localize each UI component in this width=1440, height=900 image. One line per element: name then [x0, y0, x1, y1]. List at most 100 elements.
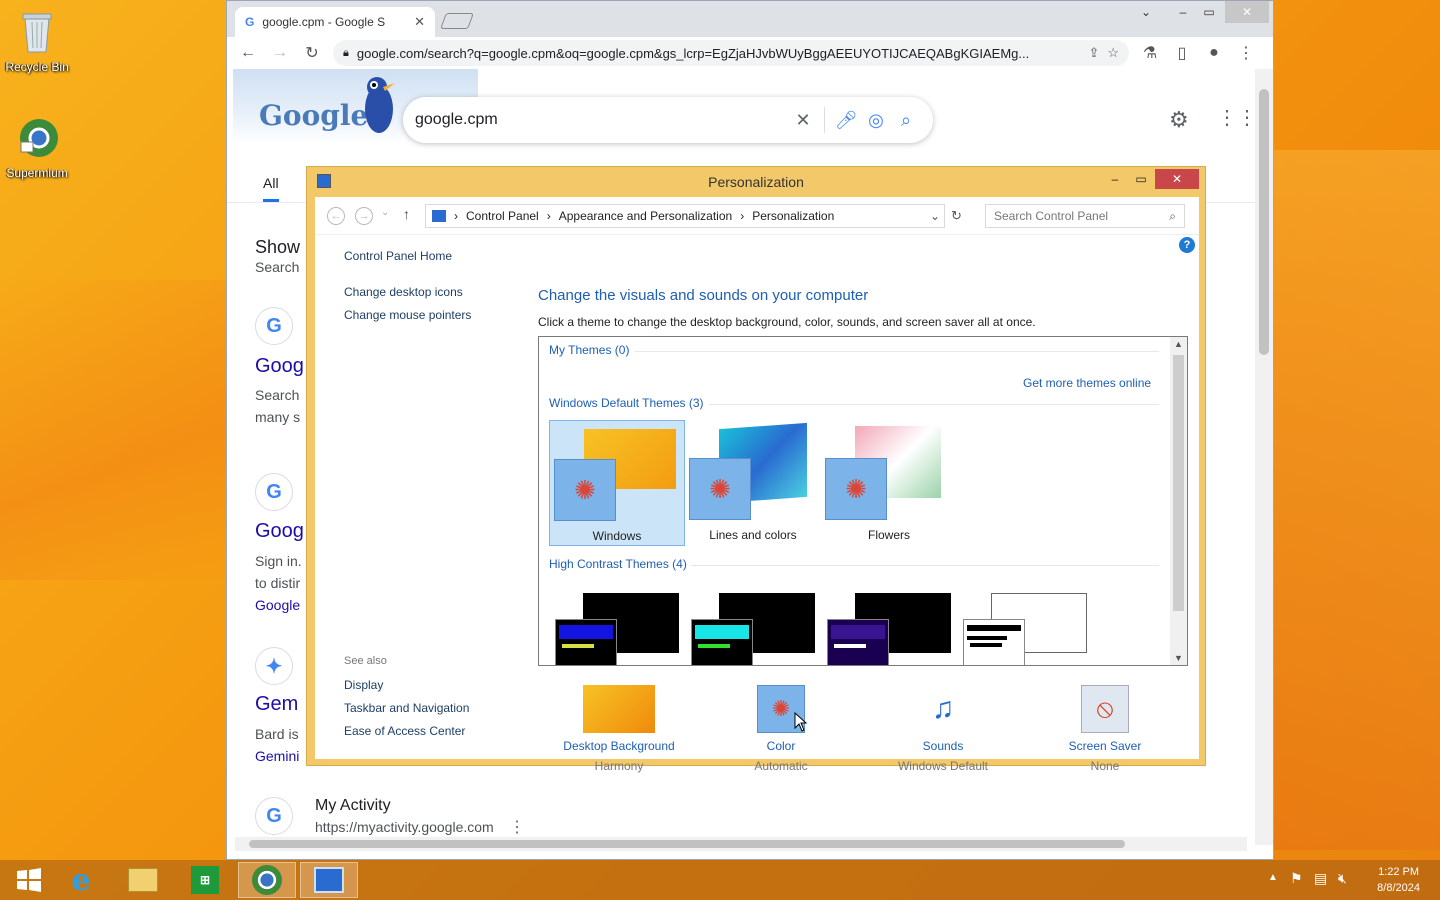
search-query[interactable]: google.cpm — [415, 111, 788, 129]
start-button[interactable] — [0, 862, 58, 898]
setting-label: Desktop Background — [563, 739, 675, 753]
file-explorer-button[interactable] — [114, 862, 172, 898]
horizontal-scrollbar[interactable] — [235, 837, 1247, 851]
extension-icon[interactable]: ⚗ — [1139, 42, 1161, 64]
voice-search-icon[interactable]: 🎤︎ — [831, 105, 861, 135]
themes-scrollbar[interactable]: ▲ ▼ — [1170, 337, 1187, 665]
reload-icon[interactable]: ↻ — [301, 42, 323, 64]
network-icon[interactable]: ▤ — [1314, 870, 1327, 887]
breadcrumb-item[interactable]: Control Panel — [466, 209, 539, 223]
tab-search-icon[interactable]: ⌄ — [1131, 1, 1161, 23]
refresh-icon[interactable]: ↻ — [951, 208, 962, 224]
vertical-scrollbar[interactable] — [1255, 69, 1273, 845]
my-themes-label[interactable]: My Themes (0) — [549, 343, 629, 357]
theme-name: Flowers — [867, 528, 910, 542]
clear-search-icon[interactable]: ✕ — [788, 105, 818, 135]
result-title[interactable]: Goog — [255, 355, 304, 378]
result-title[interactable]: Goog — [255, 520, 304, 543]
close-button[interactable]: ✕ — [1225, 1, 1269, 23]
tab-all[interactable]: All — [263, 175, 279, 202]
result-snippet: Search many s — [255, 384, 300, 428]
scrollbar-thumb[interactable] — [1259, 89, 1269, 355]
default-themes-label[interactable]: Windows Default Themes (3) — [549, 396, 704, 410]
desktop-icon-supermium[interactable]: Supermium — [0, 114, 77, 180]
back-arrow-icon[interactable]: ← — [327, 207, 345, 225]
internet-explorer-button[interactable]: e — [52, 862, 110, 898]
breadcrumb-item[interactable]: Personalization — [752, 209, 834, 223]
menu-kebab-icon[interactable]: ⋮ — [1235, 42, 1257, 64]
get-more-themes-link[interactable]: Get more themes online — [1023, 376, 1151, 390]
scrollbar-thumb[interactable] — [249, 840, 1125, 848]
profile-avatar-icon[interactable]: ● — [1203, 42, 1225, 64]
change-desktop-icons-link[interactable]: Change desktop icons — [344, 285, 463, 299]
scrollbar-thumb[interactable] — [1173, 355, 1184, 611]
high-contrast-label[interactable]: High Contrast Themes (4) — [549, 557, 687, 571]
search-input[interactable]: Search Control Panel ⌕ — [985, 204, 1185, 228]
close-button[interactable]: ✕ — [1155, 169, 1199, 189]
help-icon[interactable]: ? — [1179, 237, 1195, 253]
side-panel-icon[interactable]: ▯ — [1171, 42, 1193, 64]
control-panel-icon — [314, 867, 344, 893]
screen-saver-setting[interactable]: ⦸ Screen Saver None — [1035, 685, 1175, 773]
bookmark-star-icon[interactable]: ☆ — [1107, 45, 1119, 61]
display-link[interactable]: Display — [344, 678, 383, 692]
browser-tab[interactable]: G google.cpm - Google S ✕ — [235, 7, 435, 37]
sounds-setting[interactable]: ♫ Sounds Windows Default — [873, 685, 1013, 773]
snippet-line: Bard is — [255, 726, 299, 742]
breadcrumb-item[interactable]: Appearance and Personalization — [559, 209, 732, 223]
page-heading: Change the visuals and sounds on your co… — [538, 287, 869, 304]
close-tab-icon[interactable]: ✕ — [414, 14, 425, 30]
forward-arrow-icon[interactable]: → — [269, 42, 291, 64]
settings-gear-icon[interactable]: ⚙ — [1169, 107, 1189, 133]
theme-windows[interactable]: ✺ Windows — [549, 420, 685, 546]
control-panel-home-link[interactable]: Control Panel Home — [344, 249, 452, 263]
my-activity-title[interactable]: My Activity — [315, 797, 391, 815]
address-bar[interactable]: › Control Panel › Appearance and Persona… — [425, 204, 945, 228]
minimize-button[interactable]: – — [1103, 169, 1127, 189]
supermium-taskbar-button[interactable] — [238, 862, 296, 898]
desktop-icon-recycle-bin[interactable]: Recycle Bin — [0, 8, 77, 74]
search-icon[interactable]: ⌕ — [891, 105, 921, 135]
hc-preview-front — [691, 619, 753, 665]
color-setting[interactable]: ✺ Color Automatic — [711, 685, 851, 773]
desktop-icon-label: Recycle Bin — [5, 60, 69, 74]
result-title[interactable]: Gem — [255, 693, 298, 716]
apps-grid-icon[interactable]: ⋮⋮⋮ — [1217, 105, 1257, 130]
desktop-background-setting[interactable]: Desktop Background Harmony — [549, 685, 689, 773]
theme-lines-and-colors[interactable]: ✺ Lines and colors — [685, 420, 821, 546]
address-bar[interactable]: 🔒︎ google.com/search?q=google.cpm&oq=goo… — [333, 40, 1129, 66]
share-icon[interactable]: ⇪ — [1088, 45, 1099, 61]
wallpaper-streak — [0, 280, 230, 580]
theme-high-contrast-2[interactable] — [691, 593, 817, 665]
control-panel-taskbar-button[interactable] — [300, 862, 358, 898]
clock[interactable]: 1:22 PM 8/8/2024 — [1377, 864, 1420, 896]
chevron-down-icon[interactable]: ⌄ — [930, 209, 940, 223]
scroll-down-icon[interactable]: ▼ — [1174, 653, 1183, 663]
theme-high-contrast-4[interactable] — [963, 593, 1089, 665]
theme-flowers[interactable]: ✺ Flowers — [821, 420, 957, 546]
page-subtitle: Click a theme to change the desktop back… — [538, 315, 1036, 329]
mouse-cursor-icon — [794, 712, 808, 732]
more-options-icon[interactable]: ⋮ — [509, 817, 525, 837]
forward-arrow-icon[interactable]: → — [355, 207, 373, 225]
theme-high-contrast-3[interactable] — [827, 593, 953, 665]
volume-muted-icon[interactable]: 🔇︎ — [1338, 870, 1347, 887]
theme-high-contrast-1[interactable] — [555, 593, 681, 665]
lens-icon[interactable]: ◎ — [861, 105, 891, 135]
up-arrow-icon[interactable]: ↑ — [403, 206, 410, 222]
change-mouse-pointers-link[interactable]: Change mouse pointers — [344, 308, 471, 322]
new-tab-button[interactable] — [440, 13, 474, 29]
store-button[interactable]: ⊞ — [176, 862, 234, 898]
taskbar-navigation-link[interactable]: Taskbar and Navigation — [344, 701, 469, 715]
action-center-flag-icon[interactable]: ⚑ — [1290, 870, 1303, 887]
search-icon[interactable]: ⌕ — [1169, 209, 1176, 224]
scroll-up-icon[interactable]: ▲ — [1174, 339, 1183, 349]
maximize-button[interactable]: ▭ — [1129, 169, 1153, 189]
ease-of-access-link[interactable]: Ease of Access Center — [344, 724, 465, 738]
google-search-box[interactable]: google.cpm ✕ 🎤︎ ◎ ⌕ — [403, 97, 933, 143]
back-arrow-icon[interactable]: ← — [237, 42, 259, 64]
maximize-button[interactable]: ▭ — [1197, 1, 1221, 23]
recent-pages-icon[interactable]: ⌄ — [381, 207, 389, 218]
show-hidden-icons[interactable]: ▲ — [1268, 872, 1278, 883]
minimize-button[interactable]: – — [1171, 1, 1195, 23]
